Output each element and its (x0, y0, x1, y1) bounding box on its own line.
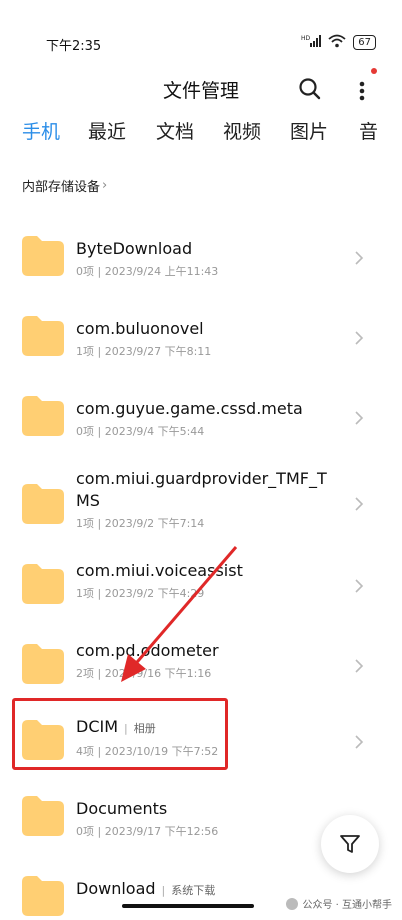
list-item[interactable]: com.miui.guardprovider_TMF_T MS 1项 | 202… (0, 458, 402, 550)
folder-tag: 系统下载 (162, 884, 216, 897)
file-meta: 1项 | 2023/9/27 下午8:11 (76, 345, 212, 358)
folder-icon (22, 796, 64, 836)
breadcrumb[interactable]: 内部存储设备 › (22, 176, 107, 195)
chevron-right-icon (355, 251, 364, 265)
watermark-text: 公众号 · 互通小帮手 (302, 900, 392, 911)
search-button[interactable] (297, 76, 323, 102)
folder-icon (22, 236, 64, 276)
battery-icon: 67 (353, 35, 376, 50)
wifi-icon (328, 33, 346, 52)
page-title: 文件管理 (162, 80, 239, 102)
breadcrumb-label: 内部存储设备 (22, 180, 101, 195)
chevron-right-icon (355, 497, 364, 511)
file-name-continued: MS (76, 491, 100, 510)
wechat-icon (286, 897, 299, 910)
status-bar: 下午2:35 HD 67 (0, 0, 402, 70)
home-indicator[interactable] (122, 904, 254, 908)
tab-videos[interactable]: 视频 (223, 117, 261, 144)
file-name: com.buluonovel (76, 319, 204, 338)
file-name: com.guyue.game.cssd.meta (76, 399, 303, 418)
chevron-right-icon (355, 579, 364, 593)
network-label: HD (301, 35, 311, 42)
file-name: com.miui.guardprovider_TMF_T (76, 469, 327, 488)
tab-documents[interactable]: 文档 (156, 117, 194, 144)
watermark: 公众号 · 互通小帮手 (286, 896, 392, 911)
highlight-box (12, 698, 228, 770)
file-meta: 2项 | 2023/9/16 下午1:16 (76, 667, 212, 680)
list-item[interactable]: com.guyue.game.cssd.meta 0项 | 2023/9/4 下… (0, 378, 402, 458)
status-time: 下午2:35 (46, 39, 102, 54)
filter-button[interactable] (321, 815, 379, 873)
file-name: Documents (76, 799, 168, 818)
folder-icon (22, 564, 64, 604)
chevron-right-icon: › (102, 178, 108, 193)
tab-pictures[interactable]: 图片 (290, 117, 328, 144)
chevron-right-icon (355, 735, 364, 749)
folder-icon (22, 644, 64, 684)
file-meta: 0项 | 2023/9/4 下午5:44 (76, 425, 205, 438)
tab-recent[interactable]: 最近 (88, 117, 126, 144)
more-vertical-icon (359, 81, 365, 101)
tab-phone[interactable]: 手机 (22, 117, 60, 144)
tab-audio[interactable]: 音 (359, 117, 378, 144)
file-meta: 0项 | 2023/9/17 下午12:56 (76, 825, 219, 838)
file-name: Download (76, 879, 156, 898)
folder-icon (22, 876, 64, 916)
folder-icon (22, 316, 64, 356)
category-tabs: 手机 最近 文档 视频 图片 音 (0, 117, 402, 157)
folder-icon (22, 484, 64, 524)
signal-icon: HD (301, 33, 322, 52)
file-meta: 0项 | 2023/9/24 上午11:43 (76, 265, 219, 278)
file-name: com.pd.odometer (76, 641, 219, 660)
filter-icon (340, 835, 360, 853)
more-options-button[interactable] (352, 74, 372, 104)
file-name: ByteDownload (76, 239, 193, 258)
chevron-right-icon (355, 411, 364, 425)
chevron-right-icon (355, 331, 364, 345)
folder-icon (22, 396, 64, 436)
file-name: com.miui.voiceassist (76, 561, 243, 580)
list-item[interactable]: com.buluonovel 1项 | 2023/9/27 下午8:11 (0, 298, 402, 378)
list-item[interactable]: ByteDownload 0项 | 2023/9/24 上午11:43 (0, 218, 402, 298)
search-icon (299, 78, 321, 100)
file-meta: 1项 | 2023/9/2 下午7:14 (76, 517, 205, 530)
file-meta: 1项 | 2023/9/2 下午4:29 (76, 587, 205, 600)
chevron-right-icon (355, 659, 364, 673)
title-bar: 文件管理 (0, 70, 402, 110)
status-icons: HD 67 (301, 33, 376, 52)
list-item[interactable]: com.miui.voiceassist 1项 | 2023/9/2 下午4:2… (0, 550, 402, 630)
list-item[interactable]: Download 系统下载 (0, 870, 402, 920)
notification-dot (371, 68, 377, 74)
